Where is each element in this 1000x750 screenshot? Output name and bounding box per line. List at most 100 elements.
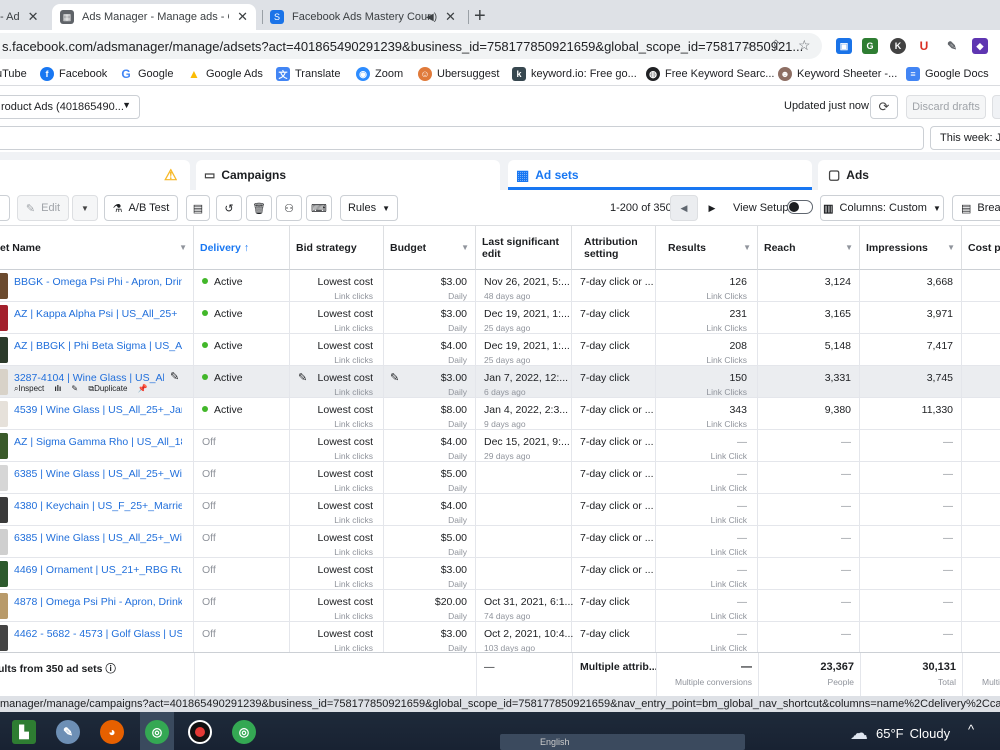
table-row[interactable]: 6385 | Wine Glass | US_All_25+_Wine ... … [0, 526, 1000, 558]
inspect-link[interactable]: Inspect [18, 384, 44, 393]
budget-cell[interactable]: $4.00 Daily [384, 430, 476, 462]
adset-name-cell[interactable]: AZ | Kappa Alpha Psi | US_All_25+ [0, 302, 194, 334]
column-header-attribution[interactable]: Attribution setting [572, 226, 656, 270]
adset-name-cell[interactable]: 4462 - 5682 - 4573 | Golf Glass | US_... [0, 622, 194, 654]
table-row[interactable]: 3287-4104 | Wine Glass | US_All_2...✎ ⌕I… [0, 366, 1000, 398]
adset-name-link[interactable]: 4469 | Ornament | US_21+_RBG Ruth ... [14, 564, 182, 576]
bookmark-google-docs[interactable]: ≡ Google Docs [906, 66, 989, 82]
close-tab-icon[interactable]: ✕ [237, 9, 248, 25]
adset-name-link[interactable]: 6385 | Wine Glass | US_All_25+_Wine ... [14, 468, 182, 480]
bookmark-star-icon[interactable]: ☆ [798, 37, 811, 54]
audience-button[interactable]: ⚇ [276, 195, 302, 221]
view-setup-toggle[interactable] [787, 200, 813, 214]
adset-name-link[interactable]: 4878 | Omega Psi Phi - Apron, Drinkin... [14, 596, 182, 608]
discard-drafts-button[interactable]: Discard drafts [906, 95, 986, 119]
pencil-icon[interactable]: ✎ [390, 371, 399, 384]
duplicate-button[interactable]: ▤ [186, 195, 210, 221]
browser-tab-active[interactable]: ▦ Ads Manager - Manage ads - Ca ✕ [52, 4, 256, 30]
extension-icon[interactable]: G [862, 38, 878, 54]
delete-button[interactable]: 🗑 [246, 195, 272, 221]
budget-cell[interactable]: $3.00 Daily [384, 302, 476, 334]
table-row[interactable]: 4380 | Keychain | US_F_25+_Married, ... … [0, 494, 1000, 526]
app-icon[interactable]: ▙ [12, 720, 36, 744]
table-row[interactable]: 4878 | Omega Psi Phi - Apron, Drinkin...… [0, 590, 1000, 622]
adset-name-cell[interactable]: 4878 | Omega Psi Phi - Apron, Drinkin... [0, 590, 194, 622]
columns-button[interactable]: ▥ Columns: Custom ▼ [820, 195, 944, 221]
app-icon[interactable]: ✎ [56, 720, 80, 744]
pin-icon[interactable]: 📌 [138, 384, 148, 393]
new-tab-icon[interactable]: + [474, 5, 486, 28]
bookmark-free-keyword[interactable]: ◍ Free Keyword Searc... [646, 66, 774, 82]
chrome-icon[interactable]: ◎ [145, 720, 169, 744]
budget-cell[interactable]: $4.00 Daily [384, 494, 476, 526]
record-icon[interactable] [188, 720, 212, 744]
adset-name-cell[interactable]: BBGK - Omega Psi Phi - Apron, Drinki... [0, 270, 194, 302]
weather-widget[interactable]: ☁ 65°F Cloudy [850, 723, 950, 744]
edit-dropdown-button[interactable]: ▼ [72, 195, 98, 221]
budget-cell[interactable]: $3.00 Daily [384, 622, 476, 654]
tab-campaigns[interactable]: ▭ Campaigns [196, 160, 500, 190]
chevron-up-icon[interactable]: ^ [968, 722, 974, 737]
budget-cell[interactable]: $3.00 Daily [384, 270, 476, 302]
breakdown-button[interactable]: ▤Break [952, 195, 1000, 221]
tab-adsets[interactable]: ▦ Ad sets [508, 160, 812, 190]
chart-icon[interactable]: ılı [55, 384, 62, 393]
budget-cell[interactable]: ✎ $3.00 Daily [384, 366, 476, 398]
date-range-picker[interactable]: This week: Jan [930, 126, 1000, 150]
pencil-icon[interactable]: ✎ [170, 370, 179, 383]
extension-icon[interactable]: ▣ [836, 38, 852, 54]
adset-name-link[interactable]: AZ | Sigma Gamma Rho | US_All_18+ [14, 436, 182, 448]
column-header-results[interactable]: Results ▼ [656, 226, 758, 270]
table-row[interactable]: AZ | Sigma Gamma Rho | US_All_18+ Off Lo… [0, 430, 1000, 462]
create-button[interactable] [0, 195, 10, 221]
adset-name-cell[interactable]: 4380 | Keychain | US_F_25+_Married, ... [0, 494, 194, 526]
budget-cell[interactable]: $3.00 Daily [384, 558, 476, 590]
table-row[interactable]: 4469 | Ornament | US_21+_RBG Ruth ... Of… [0, 558, 1000, 590]
adset-name-link[interactable]: 4462 - 5682 - 4573 | Golf Glass | US_... [14, 628, 182, 640]
column-header-impressions[interactable]: Impressions ▼ [860, 226, 962, 270]
edit-button[interactable]: ✎ Edit [17, 195, 69, 221]
adset-name-cell[interactable]: AZ | BBGK | Phi Beta Sigma | US_All_... [0, 334, 194, 366]
previous-page-button[interactable]: ◀ [670, 195, 698, 221]
adset-name-cell[interactable]: 6385 | Wine Glass | US_All_25+_Wine ... [0, 462, 194, 494]
preview-button[interactable]: ⌨ [306, 195, 332, 221]
firefox-icon[interactable]: ◕ [100, 720, 124, 744]
close-tab-icon[interactable]: ✕ [445, 9, 456, 25]
column-header-cost[interactable]: Cost pe [962, 226, 1000, 270]
ab-test-button[interactable]: ⚗ A/B Test [104, 195, 178, 221]
rules-button[interactable]: Rules ▼ [340, 195, 398, 221]
bookmark-facebook[interactable]: f Facebook [40, 66, 107, 82]
extension-icon[interactable]: ◆ [972, 38, 988, 54]
bookmark-youtube[interactable]: uTube [0, 66, 27, 82]
bookmark-zoom[interactable]: ◉ Zoom [356, 66, 403, 82]
chrome-profile-icon[interactable]: ◎ [232, 720, 256, 744]
budget-cell[interactable]: $5.00 Daily [384, 462, 476, 494]
search-filter-input[interactable] [0, 126, 924, 150]
adset-name-cell[interactable]: 4469 | Ornament | US_21+_RBG Ruth ... [0, 558, 194, 590]
adset-name-link[interactable]: BBGK - Omega Psi Phi - Apron, Drinki... [14, 276, 182, 288]
column-header-last-edit[interactable]: Last significant edit [476, 226, 572, 270]
adset-name-cell[interactable]: 3287-4104 | Wine Glass | US_All_2...✎ ⌕I… [0, 366, 194, 398]
review-publish-button[interactable] [992, 95, 1000, 119]
bookmark-ubersuggest[interactable]: ☺ Ubersuggest [418, 66, 499, 82]
adset-name-cell[interactable]: 4539 | Wine Glass | US_All_25+_Janu... [0, 398, 194, 430]
bookmark-keyword-io[interactable]: k keyword.io: Free go... [512, 66, 637, 82]
next-page-button[interactable]: ▶ [698, 195, 726, 221]
tab-account-overview[interactable]: ⚠ [0, 160, 190, 190]
tab-ads[interactable]: ▢ Ads [818, 160, 1000, 190]
adset-name-link[interactable]: 6385 | Wine Glass | US_All_25+_Wine ... [14, 532, 182, 544]
extension-pen-icon[interactable]: ✎ [944, 38, 960, 54]
bookmark-google-ads[interactable]: ▲ Google Ads [187, 66, 263, 82]
table-row[interactable]: BBGK - Omega Psi Phi - Apron, Drinki... … [0, 270, 1000, 302]
browser-tab[interactable]: S Facebook Ads Mastery Cours ◀︎) ✕ [262, 4, 466, 30]
bookmark-google[interactable]: G Google [119, 66, 173, 82]
table-row[interactable]: 4539 | Wine Glass | US_All_25+_Janu... A… [0, 398, 1000, 430]
budget-cell[interactable]: $4.00 Daily [384, 334, 476, 366]
budget-cell[interactable]: $5.00 Daily [384, 526, 476, 558]
table-row[interactable]: 4462 - 5682 - 4573 | Golf Glass | US_...… [0, 622, 1000, 654]
column-header-name[interactable]: et Name ▼ [0, 226, 194, 270]
adset-name-link[interactable]: AZ | Kappa Alpha Psi | US_All_25+ [14, 308, 182, 320]
column-header-delivery[interactable]: Delivery ↑ [194, 226, 290, 270]
pencil-icon[interactable]: ✎ [71, 384, 78, 393]
extension-u-icon[interactable]: U [916, 38, 932, 54]
